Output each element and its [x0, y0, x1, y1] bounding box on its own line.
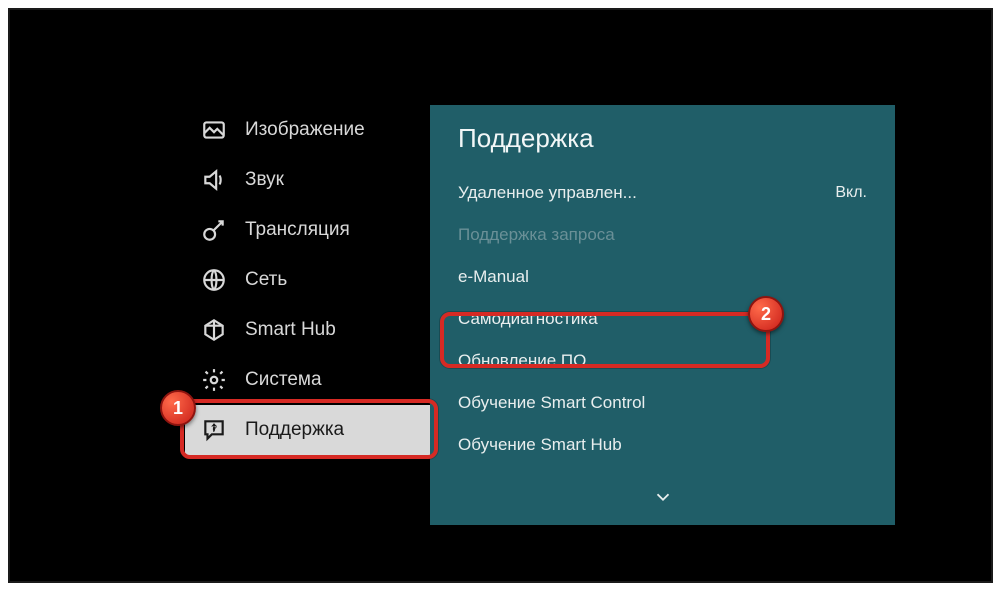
- panel-list: Удаленное управлен... Вкл. Поддержка зап…: [430, 172, 895, 466]
- support-panel: Поддержка Удаленное управлен... Вкл. Под…: [430, 105, 895, 525]
- system-icon: [199, 365, 229, 395]
- broadcast-icon: [199, 215, 229, 245]
- sound-icon: [199, 165, 229, 195]
- tv-screen: Изображение Звук Трансляция Сеть: [8, 8, 993, 583]
- sidebar-item-label: Система: [245, 369, 322, 391]
- settings-sidebar: Изображение Звук Трансляция Сеть: [185, 105, 430, 525]
- panel-item-label: Удаленное управлен...: [458, 183, 637, 203]
- panel-item-label: Обучение Smart Control: [458, 393, 645, 413]
- sidebar-item-system[interactable]: Система: [185, 355, 430, 405]
- sidebar-item-smarthub[interactable]: Smart Hub: [185, 305, 430, 355]
- chevron-down-icon[interactable]: [652, 486, 674, 513]
- sidebar-item-label: Изображение: [245, 119, 365, 141]
- panel-item-value: Вкл.: [835, 184, 867, 202]
- panel-item-smart-hub-tutorial[interactable]: Обучение Smart Hub: [458, 424, 867, 466]
- svg-text:?: ?: [211, 423, 217, 435]
- panel-item-smart-control-tutorial[interactable]: Обучение Smart Control: [458, 382, 867, 424]
- sidebar-item-sound[interactable]: Звук: [185, 155, 430, 205]
- panel-item-label: Обучение Smart Hub: [458, 435, 622, 455]
- panel-item-label: Самодиагностика: [458, 309, 598, 329]
- sidebar-item-picture[interactable]: Изображение: [185, 105, 430, 155]
- panel-item-label: Поддержка запроса: [458, 225, 615, 245]
- support-icon: ?: [199, 415, 229, 445]
- panel-item-emanual[interactable]: e-Manual: [458, 256, 867, 298]
- network-icon: [199, 265, 229, 295]
- sidebar-item-support[interactable]: ? Поддержка: [185, 405, 430, 455]
- sidebar-item-broadcast[interactable]: Трансляция: [185, 205, 430, 255]
- settings-menu: Изображение Звук Трансляция Сеть: [185, 105, 895, 525]
- sidebar-item-label: Трансляция: [245, 219, 350, 241]
- sidebar-item-label: Поддержка: [245, 419, 344, 441]
- panel-item-label: Обновление ПО: [458, 351, 586, 371]
- panel-item-remote-management[interactable]: Удаленное управлен... Вкл.: [458, 172, 867, 214]
- panel-title: Поддержка: [430, 105, 895, 172]
- panel-item-software-update[interactable]: Обновление ПО: [458, 340, 867, 382]
- sidebar-item-label: Smart Hub: [245, 319, 336, 341]
- panel-item-request-support: Поддержка запроса: [458, 214, 867, 256]
- panel-item-self-diagnosis[interactable]: Самодиагностика: [458, 298, 867, 340]
- picture-icon: [199, 115, 229, 145]
- sidebar-item-network[interactable]: Сеть: [185, 255, 430, 305]
- sidebar-item-label: Сеть: [245, 269, 287, 291]
- sidebar-item-label: Звук: [245, 169, 284, 191]
- panel-item-label: e-Manual: [458, 267, 529, 287]
- smarthub-icon: [199, 315, 229, 345]
